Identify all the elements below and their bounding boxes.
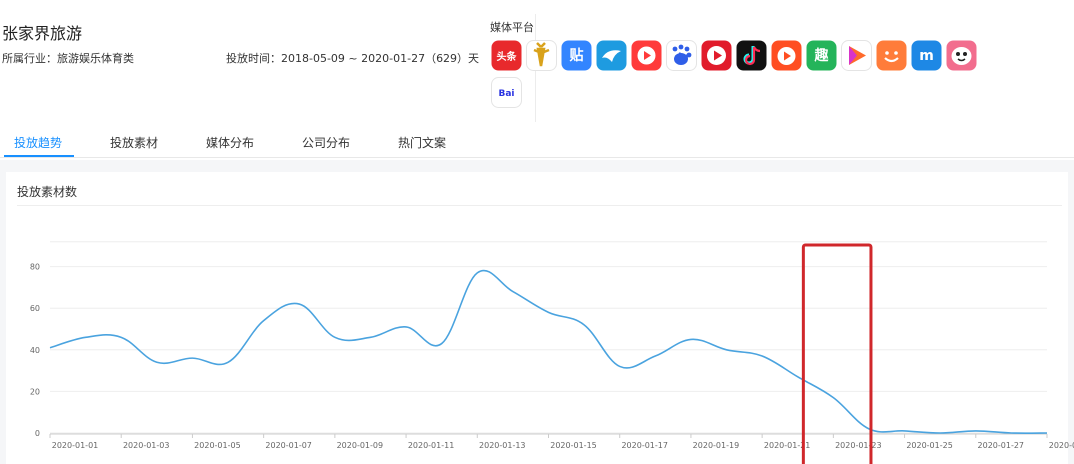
x-tick-label: 2020-01-15 [550,441,597,450]
x-tick-label: 2020-01-11 [408,441,455,450]
x-tick-label: 2020-01-29 [1049,441,1074,450]
highlight-box [801,243,873,464]
x-tick-label: 2020-01-13 [479,441,526,450]
y-tick-label: 60 [30,304,40,313]
x-tick-label: 2020-01-23 [835,441,882,450]
x-tick-label: 2020-01-09 [337,441,384,450]
x-tick-label: 2020-01-05 [194,441,241,450]
x-tick-label: 2020-01-27 [978,441,1025,450]
y-tick-label: 0 [35,429,40,438]
x-tick-label: 2020-01-25 [906,441,953,450]
x-tick-label: 2020-01-17 [621,441,668,450]
x-tick-label: 2020-01-07 [265,441,312,450]
x-tick-label: 2020-01-19 [693,441,740,450]
series-line [49,269,1048,434]
x-tick-label: 2020-01-03 [123,441,170,450]
trend-chart: 0 20 40 60 80 2020-01-01 2020-01-03 2020-01-05 2… [30,241,1074,464]
x-tick-label: 2020-01-01 [52,441,99,450]
y-tick-label: 20 [30,387,40,396]
y-tick-label: 40 [30,346,40,355]
y-tick-label: 80 [30,263,40,272]
